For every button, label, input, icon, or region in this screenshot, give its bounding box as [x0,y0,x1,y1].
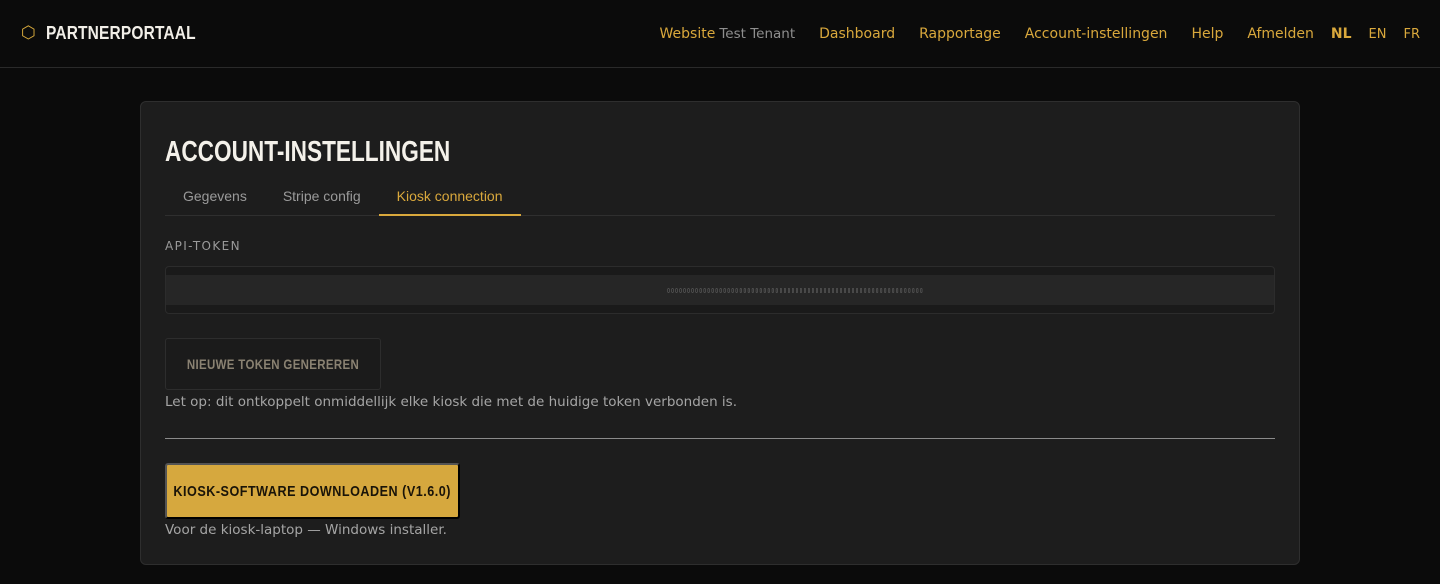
regenerate-token-button[interactable]: NIEUWE TOKEN GENEREREN [165,338,381,390]
hexagon-icon: ⬡ [21,22,36,43]
section-divider [165,438,1275,439]
nav-website[interactable]: Website Test Tenant [660,26,796,42]
nav-item-help[interactable]: Help [1191,26,1223,42]
language-fr[interactable]: FR [1403,27,1420,42]
nav-item-rapportage[interactable]: Rapportage [919,26,1001,42]
settings-card: ACCOUNT-INSTELLINGEN Gegevens Stripe con… [140,101,1300,565]
tab-gegevens[interactable]: Gegevens [165,180,265,216]
language-en[interactable]: EN [1369,27,1387,42]
download-hint: Voor de kiosk-laptop — Windows installer… [165,522,447,538]
tab-stripe-config[interactable]: Stripe config [265,180,379,216]
page-title: ACCOUNT-INSTELLINGEN [165,136,451,168]
api-token-field[interactable]: ▯▯▯▯▯▯▯▯▯▯▯▯▯▯▯▯▯▯▯▯▯▯▯▯▯▯▯▯▯▯▯▯▯▯▯▯▯▯▯▯… [165,266,1275,314]
api-token-label: API-TOKEN [165,239,242,253]
regenerate-warning: Let op: dit ontkoppelt onmiddellijk elke… [165,394,738,410]
download-kiosk-software-label: KIOSK-SOFTWARE DOWNLOADEN (V1.6.0) [173,482,452,500]
api-token-value: ▯▯▯▯▯▯▯▯▯▯▯▯▯▯▯▯▯▯▯▯▯▯▯▯▯▯▯▯▯▯▯▯▯▯▯▯▯▯▯▯… [666,286,924,294]
nav-website-label: Website [659,26,716,42]
main-nav: Website Test Tenant Dashboard Rapportage … [660,24,1420,44]
top-navigation-bar: ⬡ PARTNERPORTAAL Website Test Tenant Dash… [0,0,1440,68]
regenerate-token-label: NIEUWE TOKEN GENEREREN [186,356,360,372]
settings-tabs: Gegevens Stripe config Kiosk connection [165,180,1275,216]
language-nl[interactable]: NL [1331,26,1352,42]
nav-item-afmelden[interactable]: Afmelden [1247,26,1314,42]
brand[interactable]: ⬡ PARTNERPORTAAL [21,22,220,44]
nav-item-dashboard[interactable]: Dashboard [819,26,895,42]
brand-name: PARTNERPORTAAL [45,22,196,43]
api-token-display: ▯▯▯▯▯▯▯▯▯▯▯▯▯▯▯▯▯▯▯▯▯▯▯▯▯▯▯▯▯▯▯▯▯▯▯▯▯▯▯▯… [166,275,1274,305]
nav-tenant-name: Test Tenant [719,26,796,42]
nav-item-account-instellingen[interactable]: Account-instellingen [1025,26,1168,42]
tab-kiosk-connection[interactable]: Kiosk connection [378,180,521,216]
download-kiosk-software-button[interactable]: KIOSK-SOFTWARE DOWNLOADEN (V1.6.0) [165,463,460,519]
